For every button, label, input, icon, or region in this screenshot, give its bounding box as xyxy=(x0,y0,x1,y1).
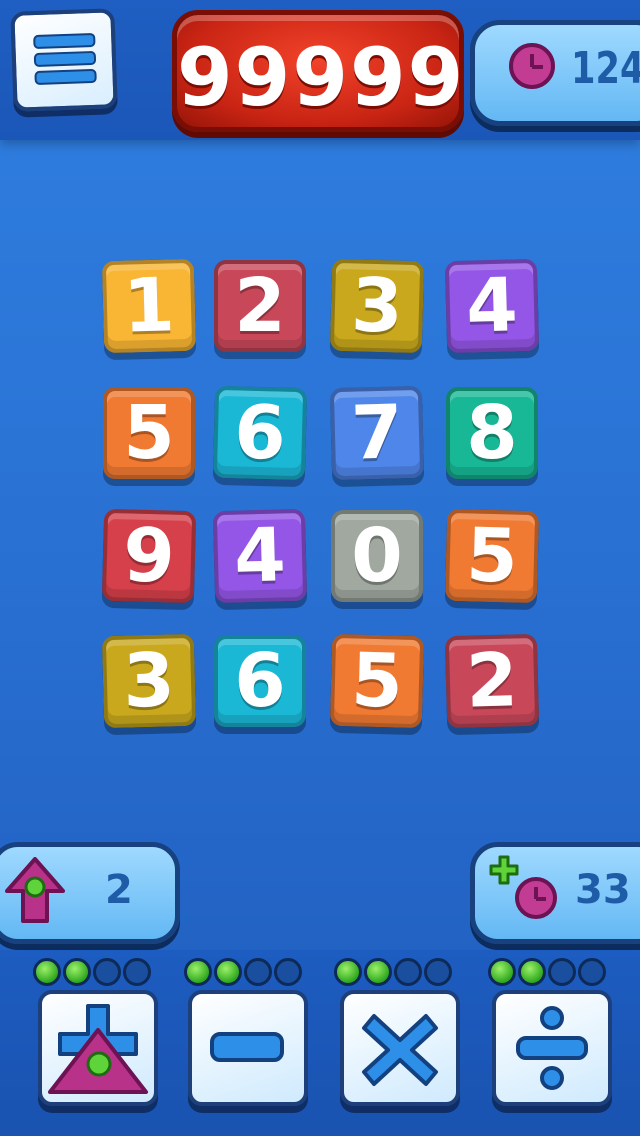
progress-dot-empty xyxy=(93,958,121,986)
plus-icon xyxy=(48,1004,148,1094)
number-tile[interactable]: 5 xyxy=(444,508,540,604)
number-tile[interactable]: 6 xyxy=(212,385,308,481)
number-tile[interactable]: 4 xyxy=(444,258,540,354)
timer-panel: 124 xyxy=(470,20,640,126)
progress-dot-filled xyxy=(364,958,392,986)
progress-dot-filled xyxy=(334,958,362,986)
progress-dot-filled xyxy=(214,958,242,986)
number-tile[interactable]: 3 xyxy=(101,633,197,729)
minus-icon xyxy=(210,1032,284,1062)
number-tile[interactable]: 6 xyxy=(214,635,306,727)
divide-button[interactable] xyxy=(492,990,612,1106)
level-value: 2 xyxy=(105,867,133,913)
number-tile[interactable]: 2 xyxy=(444,633,540,729)
hamburger-menu-icon xyxy=(33,32,96,50)
plus-clock-icon xyxy=(515,877,557,919)
progress-dot-filled xyxy=(518,958,546,986)
divide-icon xyxy=(516,1006,588,1090)
bonus-time-panel: 33 xyxy=(470,842,640,944)
score-display: 99999 xyxy=(172,10,464,132)
number-tile[interactable]: 2 xyxy=(214,260,306,352)
number-tile[interactable]: 1 xyxy=(101,258,197,354)
progress-dot-empty xyxy=(394,958,422,986)
progress-dot-filled xyxy=(33,958,61,986)
progress-dot-empty xyxy=(424,958,452,986)
multiply-icon xyxy=(362,1014,438,1086)
progress-dot-empty xyxy=(244,958,272,986)
number-tile[interactable]: 7 xyxy=(329,385,425,481)
number-tile[interactable]: 5 xyxy=(103,387,195,479)
plus-icon xyxy=(489,855,519,885)
menu-icon-bar xyxy=(33,50,97,68)
up-arrow-icon[interactable] xyxy=(5,857,65,923)
clock-icon xyxy=(509,43,555,89)
progress-dot-filled xyxy=(488,958,516,986)
minus-button[interactable] xyxy=(188,990,308,1106)
plus-button[interactable] xyxy=(38,990,158,1106)
bonus-time-value: 33 xyxy=(575,867,631,913)
number-tile[interactable]: 4 xyxy=(212,508,308,604)
progress-dot-empty xyxy=(548,958,576,986)
progress-dot-empty xyxy=(578,958,606,986)
number-tile[interactable]: 8 xyxy=(446,387,538,479)
score-value: 99999 xyxy=(177,31,466,124)
number-tile[interactable]: 5 xyxy=(329,633,425,729)
progress-dot-empty xyxy=(274,958,302,986)
number-tile[interactable]: 9 xyxy=(101,508,197,604)
number-tile[interactable]: 0 xyxy=(331,510,423,602)
level-panel: 2 xyxy=(0,842,180,944)
timer-value: 124 xyxy=(571,43,640,94)
progress-dot-empty xyxy=(123,958,151,986)
menu-icon-bar xyxy=(34,68,97,86)
progress-dot-filled xyxy=(63,958,91,986)
menu-button[interactable] xyxy=(10,8,118,112)
multiply-button[interactable] xyxy=(340,990,460,1106)
number-tile[interactable]: 3 xyxy=(329,258,425,354)
progress-dot-filled xyxy=(184,958,212,986)
